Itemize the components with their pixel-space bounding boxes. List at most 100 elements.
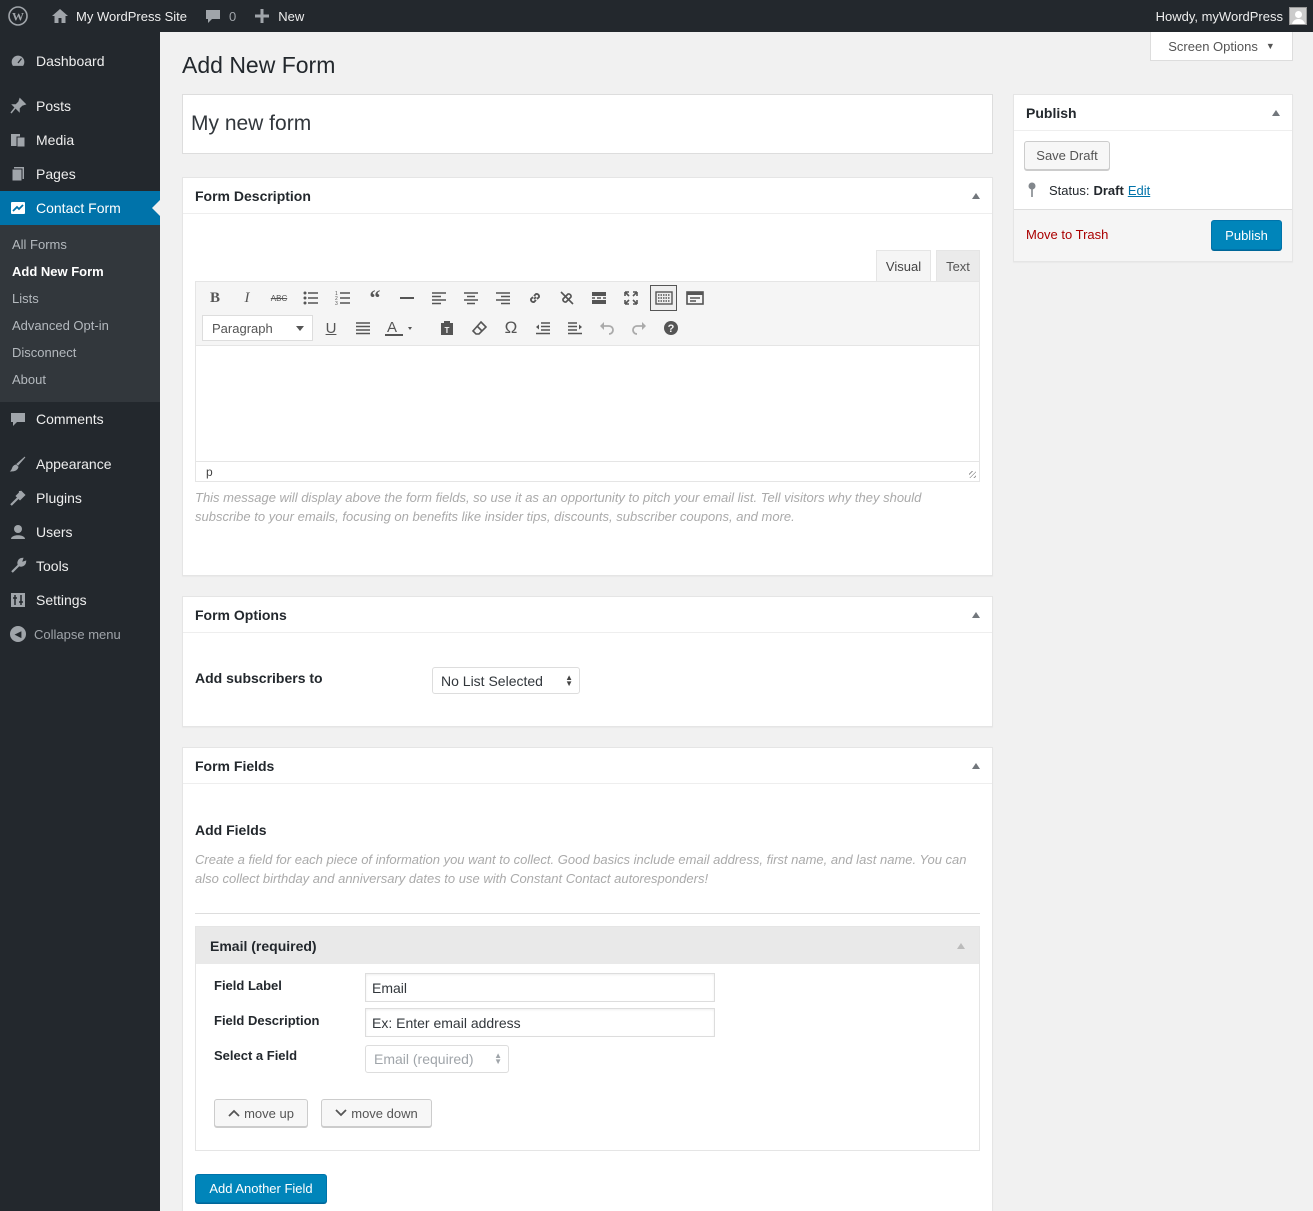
form-description-heading: Form Description <box>195 187 311 204</box>
redo-icon[interactable] <box>627 316 651 340</box>
move-down-button[interactable]: move down <box>321 1099 432 1127</box>
collapse-toggle-icon[interactable] <box>972 612 980 618</box>
strikethrough-icon[interactable]: ABC <box>267 286 291 310</box>
comment-bubble-icon <box>203 6 223 26</box>
menu-label: Plugins <box>36 490 82 506</box>
add-another-field-button[interactable]: Add Another Field <box>195 1174 327 1203</box>
indent-icon[interactable] <box>563 316 587 340</box>
menu-contact-form[interactable]: Contact Form <box>0 191 160 225</box>
form-embed-icon[interactable] <box>683 286 707 310</box>
submenu-disconnect[interactable]: Disconnect <box>12 343 76 363</box>
form-options-box: Form Options <box>182 596 993 727</box>
select-field-dropdown[interactable]: Email (required) ▲ ▼ <box>365 1045 509 1073</box>
list-select-value: No List Selected <box>441 672 543 689</box>
site-name-link[interactable]: My WordPress Site <box>42 0 195 32</box>
publish-heading: Publish <box>1026 104 1077 121</box>
field-description-input[interactable]: Ex: Enter email address <box>365 1008 715 1037</box>
menu-comments[interactable]: Comments <box>0 402 160 436</box>
media-icon <box>0 131 36 149</box>
field-panel-header[interactable]: Email (required) <box>196 927 979 964</box>
menu-dashboard[interactable]: Dashboard <box>0 44 160 78</box>
submenu-all-forms[interactable]: All Forms <box>12 235 67 255</box>
submenu-lists[interactable]: Lists <box>12 289 39 309</box>
form-description-header[interactable]: Form Description <box>183 178 992 214</box>
editor-content-area[interactable] <box>195 345 980 462</box>
tab-visual[interactable]: Visual <box>876 250 931 281</box>
menu-appearance[interactable]: Appearance <box>0 447 160 481</box>
form-description-help: This message will display above the form… <box>195 490 922 524</box>
bullet-list-icon[interactable] <box>299 286 323 310</box>
paragraph-format-select[interactable]: Paragraph <box>202 315 313 341</box>
outdent-icon[interactable] <box>531 316 555 340</box>
list-select[interactable]: No List Selected ▲ ▼ <box>432 667 580 694</box>
field-panel-title: Email (required) <box>210 937 317 954</box>
publish-header[interactable]: Publish <box>1014 95 1292 131</box>
collapse-toggle-icon[interactable] <box>1272 110 1280 116</box>
move-to-trash-link[interactable]: Move to Trash <box>1026 227 1108 242</box>
menu-settings[interactable]: Settings <box>0 583 160 617</box>
collapse-toggle-icon[interactable] <box>972 193 980 199</box>
form-title-input[interactable]: My new form <box>182 94 993 154</box>
menu-pages[interactable]: Pages <box>0 157 160 191</box>
wordpress-logo[interactable]: W <box>0 0 42 32</box>
add-subscribers-label: Add subscribers to <box>195 670 323 686</box>
svg-text:?: ? <box>668 323 675 335</box>
unlink-icon[interactable] <box>555 286 579 310</box>
submenu-add-new-form[interactable]: Add New Form <box>12 262 104 282</box>
collapse-toggle-icon[interactable] <box>957 943 965 949</box>
wordpress-icon: W <box>8 6 28 26</box>
save-draft-button[interactable]: Save Draft <box>1024 141 1110 170</box>
element-path[interactable]: p <box>206 465 213 479</box>
fullscreen-icon[interactable] <box>619 286 643 310</box>
clear-formatting-icon[interactable] <box>467 316 491 340</box>
justify-icon[interactable] <box>351 316 375 340</box>
menu-label: Dashboard <box>36 53 105 69</box>
my-account-link[interactable]: Howdy, myWordPress <box>1148 0 1313 32</box>
tab-text[interactable]: Text <box>936 250 980 281</box>
help-icon[interactable]: ? <box>659 316 683 340</box>
publish-button[interactable]: Publish <box>1211 220 1282 250</box>
bold-icon[interactable]: B <box>203 286 227 310</box>
resize-handle-icon[interactable] <box>969 471 976 478</box>
admin-bar: W My WordPress Site 0 New Howdy, myWordP… <box>0 0 1313 32</box>
menu-users[interactable]: Users <box>0 515 160 549</box>
comments-link[interactable]: 0 <box>195 0 244 32</box>
menu-media[interactable]: Media <box>0 123 160 157</box>
form-fields-header[interactable]: Form Fields <box>183 748 992 784</box>
form-options-header[interactable]: Form Options <box>183 597 992 633</box>
menu-posts[interactable]: Posts <box>0 89 160 123</box>
field-label-input[interactable]: Email <box>365 973 715 1002</box>
numbered-list-icon[interactable]: 123 <box>331 286 355 310</box>
menu-tools[interactable]: Tools <box>0 549 160 583</box>
collapse-toggle-icon[interactable] <box>972 763 980 769</box>
chevron-down-icon <box>335 1109 347 1117</box>
form-title-value: My new form <box>191 112 312 135</box>
toolbar-toggle-icon[interactable] <box>650 285 677 311</box>
comments-count: 0 <box>229 8 237 24</box>
submenu-about[interactable]: About <box>12 370 46 390</box>
admin-sidebar: Dashboard Posts Media Pages Contact Form… <box>0 32 160 1211</box>
undo-icon[interactable] <box>595 316 619 340</box>
screen-options-button[interactable]: Screen Options ▼ <box>1150 32 1293 61</box>
menu-plugins[interactable]: Plugins <box>0 481 160 515</box>
underline-icon[interactable]: U <box>319 316 343 340</box>
menu-label: Media <box>36 132 75 148</box>
collapse-menu-button[interactable]: ◀ Collapse menu <box>0 617 160 651</box>
move-up-button[interactable]: move up <box>214 1099 308 1127</box>
pin-icon <box>1028 182 1036 197</box>
text-color-icon[interactable]: A <box>383 316 417 340</box>
horizontal-line-icon[interactable] <box>395 286 419 310</box>
italic-icon[interactable]: I <box>235 286 259 310</box>
divider <box>195 913 980 914</box>
align-left-icon[interactable] <box>427 286 451 310</box>
submenu-advanced-opt-in[interactable]: Advanced Opt-in <box>12 316 109 336</box>
special-character-icon[interactable]: Ω <box>499 316 523 340</box>
link-icon[interactable] <box>523 286 547 310</box>
new-content-link[interactable]: New <box>244 0 312 32</box>
align-center-icon[interactable] <box>459 286 483 310</box>
edit-status-link[interactable]: Edit <box>1128 183 1150 198</box>
blockquote-icon[interactable]: “ <box>363 285 387 310</box>
read-more-icon[interactable] <box>587 286 611 310</box>
align-right-icon[interactable] <box>491 286 515 310</box>
paste-as-text-icon[interactable]: T <box>435 316 459 340</box>
